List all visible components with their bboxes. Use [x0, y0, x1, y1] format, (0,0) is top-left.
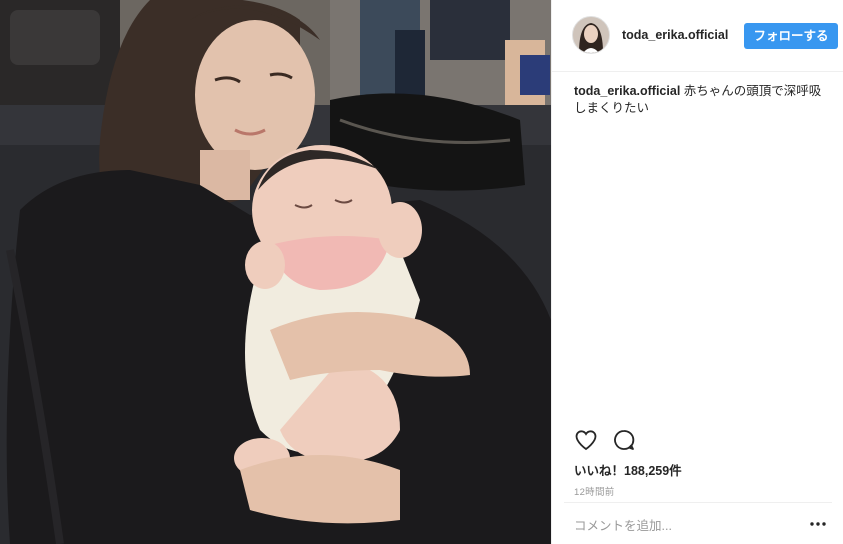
- comment-input[interactable]: [574, 517, 794, 535]
- avatar-image: [573, 17, 609, 53]
- action-bar: [574, 428, 638, 454]
- comment-icon[interactable]: [612, 428, 638, 454]
- comment-icon-graphic: [614, 430, 635, 450]
- instagram-post: toda_erika.official フォローする toda_erika.of…: [0, 0, 843, 544]
- follow-button[interactable]: フォローする: [744, 23, 838, 49]
- post-header: toda_erika.official フォローする: [552, 0, 843, 72]
- username-link[interactable]: toda_erika.official: [622, 28, 728, 42]
- avatar[interactable]: [572, 16, 610, 54]
- more-options-dots: [810, 522, 826, 526]
- photo-illustration: [0, 0, 551, 544]
- heart-icon-graphic: [575, 430, 597, 451]
- post-caption: toda_erika.official 赤ちゃんの頭頂で深呼吸しまくりたい: [574, 83, 824, 117]
- post-photo[interactable]: [0, 0, 551, 544]
- comment-bar: [564, 502, 832, 544]
- heart-icon[interactable]: [574, 428, 600, 454]
- post-sidebar: toda_erika.official フォローする toda_erika.of…: [551, 0, 843, 544]
- like-count[interactable]: いいね！188,259件: [574, 460, 682, 479]
- more-options-icon[interactable]: [809, 517, 827, 531]
- post-timestamp: 12時間前: [574, 487, 615, 498]
- caption-username-link[interactable]: toda_erika.official: [574, 84, 680, 98]
